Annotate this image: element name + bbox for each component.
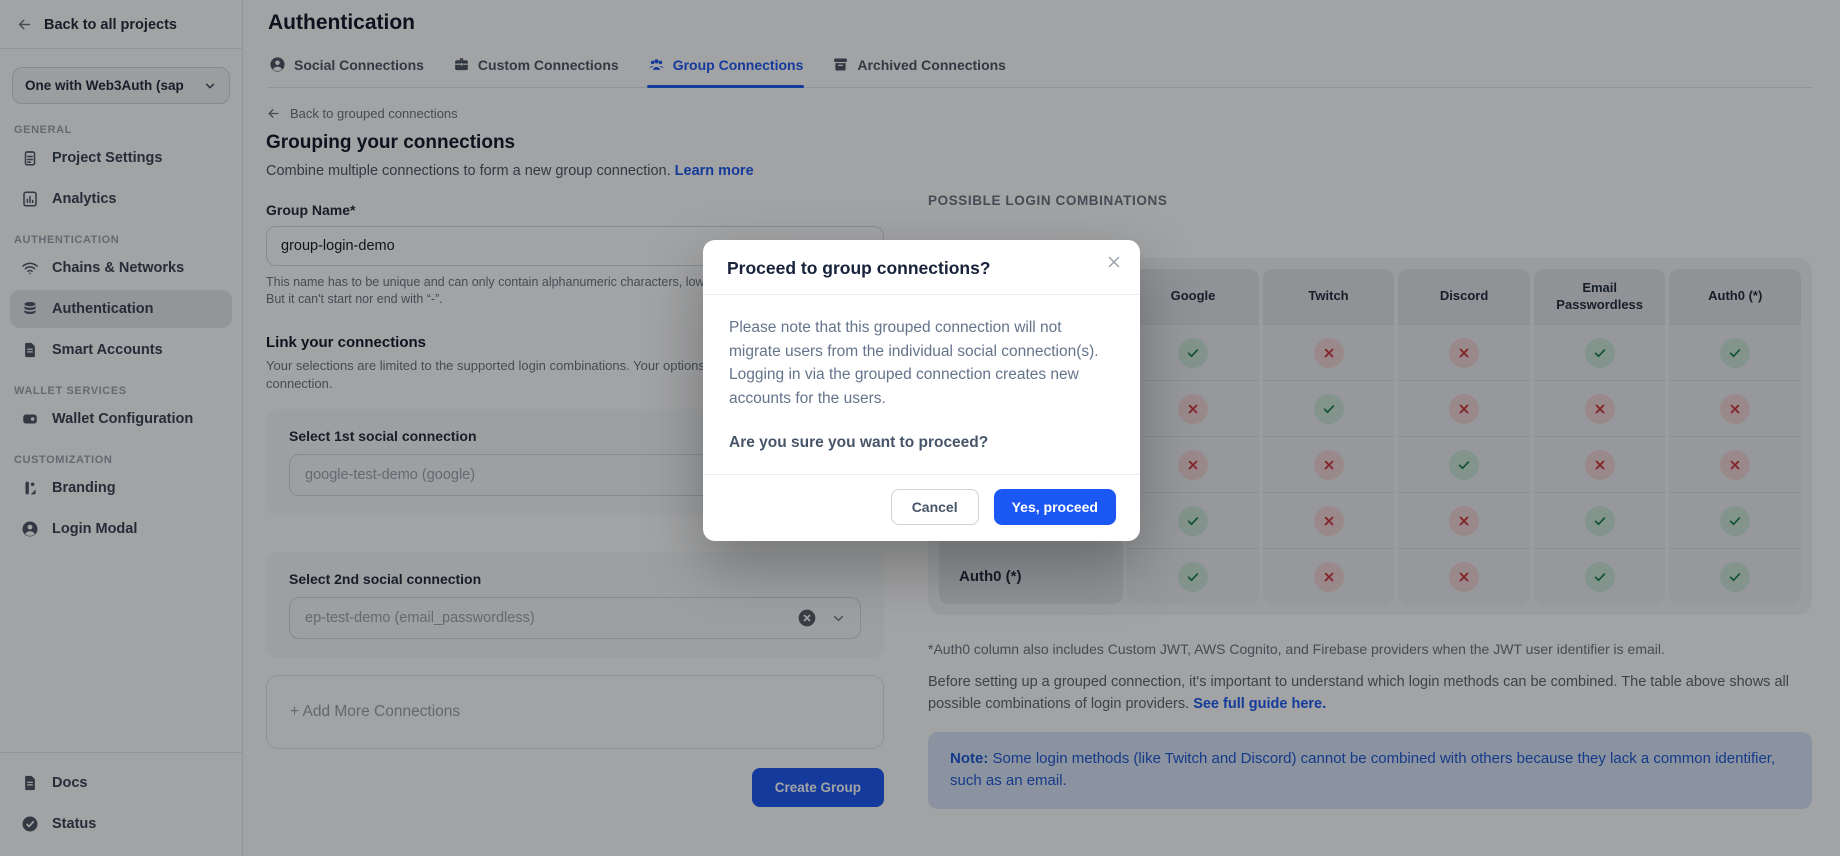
close-icon[interactable]	[1105, 253, 1123, 271]
modal-question: Are you sure you want to proceed?	[729, 434, 1114, 452]
page: Back to all projects One with Web3Auth (…	[0, 0, 1840, 856]
cancel-button[interactable]: Cancel	[891, 489, 979, 525]
proceed-modal: Proceed to group connections? Please not…	[703, 240, 1140, 541]
confirm-button[interactable]: Yes, proceed	[994, 489, 1116, 525]
modal-title: Proceed to group connections?	[727, 258, 1116, 279]
modal-body-text: Please note that this grouped connection…	[729, 316, 1114, 410]
